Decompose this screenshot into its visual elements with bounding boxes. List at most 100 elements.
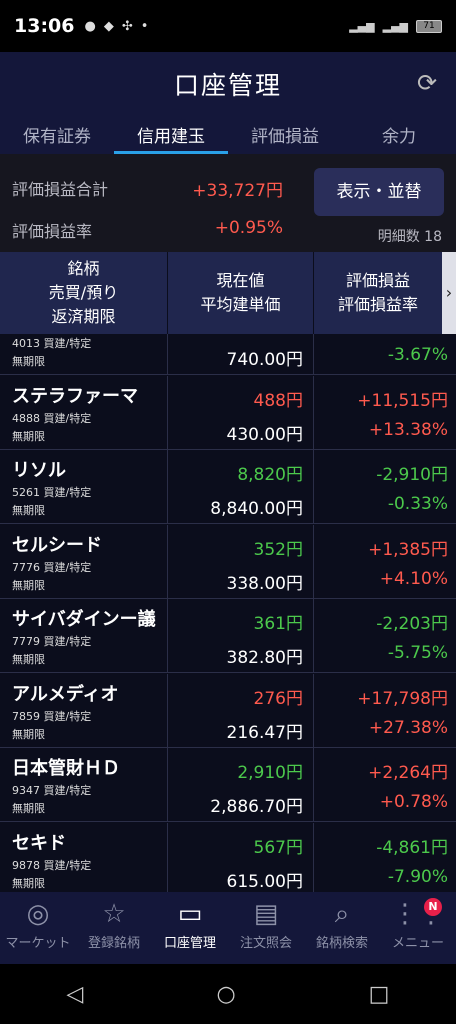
tab-buying-power[interactable]: 余力 <box>342 116 456 154</box>
cell-symbol: ステラファーマ 4888 買建/特定 無期限 <box>0 375 168 450</box>
cell-price: 352円 338.00円 <box>168 524 314 599</box>
avg-price: 615.00円 <box>226 871 303 892</box>
stock-code-type: 7779 買建/特定 <box>12 635 92 648</box>
cell-symbol: アルメディオ 7859 買建/特定 無期限 <box>0 673 168 748</box>
stock-code-type: 7859 買建/特定 <box>12 709 92 723</box>
pl-amount: +17,798円 <box>357 688 448 709</box>
header-symbol: 銘柄 <box>67 259 100 278</box>
stock-name: セルシード <box>12 534 102 556</box>
table-row[interactable]: ステラファーマ 4888 買建/特定 無期限 488円 430.00円 +11,… <box>0 375 456 450</box>
stock-code-type: 5261 買建/特定 <box>12 486 92 499</box>
tab-bar: 保有証券 信用建玉 評価損益 余力 <box>0 116 456 154</box>
stock-term: 無期限 <box>12 653 45 666</box>
app-icon: ✣ <box>121 18 133 34</box>
cell-symbol: リソル 5261 買建/特定 無期限 <box>0 450 168 524</box>
avg-price: 338.00円 <box>226 573 303 594</box>
cell-symbol: 日本管財ＨＤ 9347 買建/特定 無期限 <box>0 748 168 822</box>
header-current-price: 現在値 <box>216 271 265 290</box>
stock-code-type: 9347 買建/特定 <box>12 784 92 797</box>
back-icon[interactable]: ◁ <box>67 982 84 1007</box>
tab-profit-loss[interactable]: 評価損益 <box>228 116 342 154</box>
pl-rate: -7.90% <box>387 866 448 887</box>
table-row[interactable]: アルメディオ 7859 買建/特定 無期限 276円 216.47円 +17,7… <box>0 673 456 748</box>
dot-icon: • <box>140 18 149 34</box>
pl-total-value: +33,727円 <box>192 181 283 201</box>
display-sort-button[interactable]: 表示・並替 <box>314 168 444 216</box>
table-row[interactable]: 4013 買建/特定 無期限 740.00円 -3.67% <box>0 334 456 375</box>
cell-price: 276円 216.47円 <box>168 673 314 748</box>
nav-watchlist[interactable]: ☆ 登録銘柄 <box>76 892 152 964</box>
avg-price: 740.00円 <box>226 350 303 370</box>
recents-icon[interactable]: □ <box>369 982 390 1007</box>
stock-code-type: 4888 買建/特定 <box>12 411 92 425</box>
pl-rate: +0.78% <box>379 792 448 812</box>
header-term: 返済期限 <box>51 307 116 326</box>
stock-name: セキド <box>12 832 66 854</box>
cell-price: 488円 430.00円 <box>168 375 314 450</box>
table-row[interactable]: セルシード 7776 買建/特定 無期限 352円 338.00円 +1,385… <box>0 524 456 599</box>
chevron-right-icon[interactable]: › <box>442 252 456 334</box>
cell-pl: -2,910円 -0.33% <box>314 450 456 524</box>
cell-pl: -2,203円 -5.75% <box>314 599 456 673</box>
stock-name: 日本管財ＨＤ <box>12 758 120 779</box>
table-row[interactable]: リソル 5261 買建/特定 無期限 8,820円 8,840.00円 -2,9… <box>0 450 456 524</box>
positions-list[interactable]: 4013 買建/特定 無期限 740.00円 -3.67% ステラファーマ 48… <box>0 334 456 892</box>
stock-name: アルメディオ <box>12 683 119 705</box>
nav-search-label: 銘柄検索 <box>315 936 368 951</box>
stock-code-type: 9878 買建/特定 <box>12 858 92 872</box>
stock-code-type: 4013 買建/特定 <box>12 337 92 350</box>
system-nav-bar: ◁ ○ □ <box>0 964 456 1024</box>
header-pl: 評価損益 <box>345 271 410 290</box>
star-icon: ☆ <box>102 899 126 929</box>
cell-pl: -4,861円 -7.90% <box>314 823 456 893</box>
nav-account-label: 口座管理 <box>163 936 216 951</box>
pl-rate: -5.75% <box>387 643 448 663</box>
current-price: 352円 <box>253 539 303 560</box>
avg-price: 382.80円 <box>226 648 303 668</box>
stock-term: 無期限 <box>12 876 45 890</box>
cell-symbol: 4013 買建/特定 無期限 <box>0 334 168 375</box>
pl-amount: +11,515円 <box>357 390 448 411</box>
cell-pl: +1,385円 +4.10% <box>314 525 456 599</box>
nav-orders-label: 注文照会 <box>239 936 292 951</box>
nav-watchlist-label: 登録銘柄 <box>87 936 140 951</box>
pl-total-label: 評価損益合計 <box>12 180 109 199</box>
pl-amount: -4,861円 <box>376 837 448 858</box>
bottom-nav: ◎ マーケット ☆ 登録銘柄 ▭ 口座管理 ▤ 注文照会 ⌕ 銘柄検索 ⋮⋮ N… <box>0 892 456 964</box>
pl-rate: +27.38% <box>368 717 448 738</box>
notification-badge: N <box>424 898 442 916</box>
nav-search[interactable]: ⌕ 銘柄検索 <box>304 892 380 964</box>
cell-price: 2,910円 2,886.70円 <box>168 748 314 822</box>
cell-pl: +2,264円 +0.78% <box>314 748 456 822</box>
table-row[interactable]: サイバダインー議 7779 買建/特定 無期限 361円 382.80円 -2,… <box>0 599 456 673</box>
battery-icon: 71 <box>416 19 442 33</box>
stock-term: 無期限 <box>12 578 45 592</box>
nav-orders[interactable]: ▤ 注文照会 <box>228 892 304 964</box>
tab-margin-positions[interactable]: 信用建玉 <box>114 116 228 154</box>
tab-holdings[interactable]: 保有証券 <box>0 116 114 154</box>
header-avg-price: 平均建単価 <box>200 295 281 314</box>
table-row[interactable]: 日本管財ＨＤ 9347 買建/特定 無期限 2,910円 2,886.70円 +… <box>0 748 456 822</box>
document-icon: ▤ <box>253 899 279 929</box>
app-header: 口座管理 ⟳ <box>0 52 456 116</box>
table-row[interactable]: セキド 9878 買建/特定 無期限 567円 615.00円 -4,861円 … <box>0 822 456 893</box>
current-price: 2,910円 <box>237 763 303 783</box>
nav-market[interactable]: ◎ マーケット <box>0 892 76 964</box>
card-icon: ▭ <box>177 899 203 929</box>
cell-symbol: セルシード 7776 買建/特定 無期限 <box>0 524 168 599</box>
home-icon[interactable]: ○ <box>216 982 235 1007</box>
signal-icon-2: ▂▄▆ <box>382 19 408 33</box>
refresh-icon[interactable]: ⟳ <box>414 70 440 96</box>
search-icon: ⌕ <box>334 899 350 929</box>
status-right: ▂▄▆ ▂▄▆ 71 <box>349 19 442 33</box>
stock-term: 無期限 <box>12 727 45 741</box>
current-price: 8,820円 <box>237 465 303 485</box>
stock-term: 無期限 <box>12 429 45 443</box>
nav-menu[interactable]: ⋮⋮ N メニュー <box>380 892 456 964</box>
avg-price: 2,886.70円 <box>210 797 303 817</box>
avg-price: 216.47円 <box>226 722 303 743</box>
avg-price: 430.00円 <box>226 424 303 445</box>
nav-account[interactable]: ▭ 口座管理 <box>152 892 228 964</box>
pl-rate: +13.38% <box>368 419 448 440</box>
cell-price: 361円 382.80円 <box>168 599 314 673</box>
